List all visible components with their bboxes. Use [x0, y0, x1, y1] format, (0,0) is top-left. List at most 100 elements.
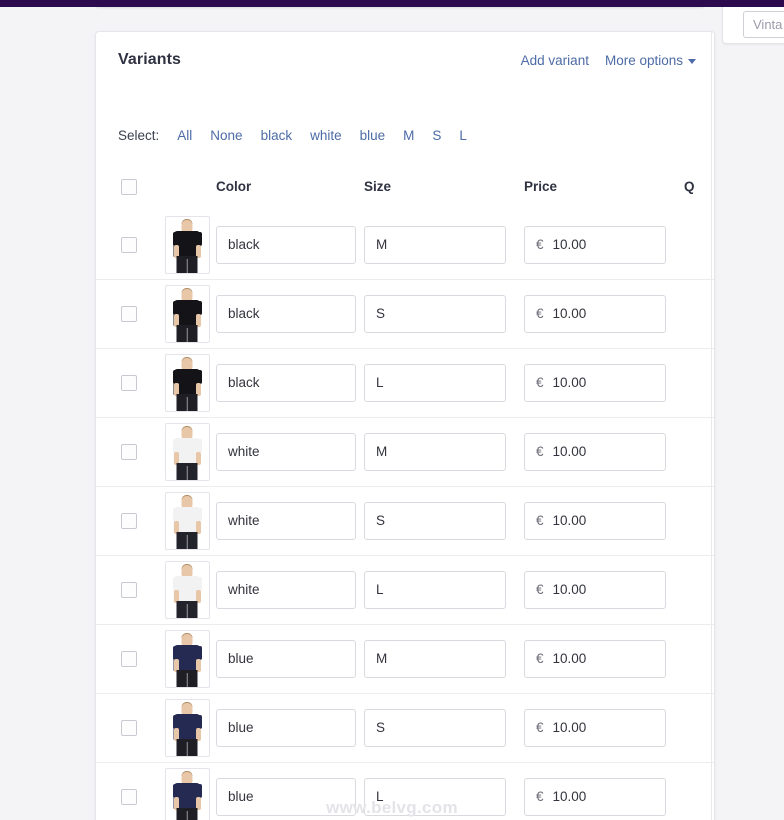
row-quantity-cell: Edit — [681, 228, 714, 261]
row-checkbox[interactable] — [120, 236, 137, 253]
header-cell-quantity: Q — [681, 178, 714, 196]
size-input[interactable]: L — [364, 364, 506, 402]
color-input[interactable]: white — [216, 433, 356, 471]
variant-thumbnail[interactable] — [164, 285, 210, 343]
color-input[interactable]: white — [216, 571, 356, 609]
size-input[interactable]: S — [364, 295, 506, 333]
size-input[interactable]: L — [364, 571, 506, 609]
price-input[interactable]: €10.00 — [524, 295, 666, 333]
add-variant-button[interactable]: Add variant — [521, 53, 589, 68]
table-row: blueL €10.00 Edit — [96, 762, 714, 820]
price-input[interactable]: €10.00 — [524, 502, 666, 540]
select-link-black[interactable]: black — [261, 128, 293, 143]
price-input[interactable]: €10.00 — [524, 364, 666, 402]
size-input[interactable]: S — [364, 709, 506, 747]
row-color-cell: white — [213, 502, 361, 540]
variant-thumbnail[interactable] — [164, 354, 210, 412]
select-all-checkbox[interactable] — [120, 179, 137, 195]
table-row: blueM €10.00 Edit — [96, 624, 714, 693]
row-price-cell: €10.00 — [521, 571, 681, 609]
row-checkbox[interactable] — [120, 651, 137, 667]
select-bar-label: Select: — [118, 128, 160, 143]
color-input[interactable]: blue — [216, 709, 356, 747]
row-checkbox[interactable] — [120, 720, 137, 736]
row-price-cell: €10.00 — [521, 225, 681, 264]
select-link-blue[interactable]: blue — [360, 128, 386, 143]
row-checkbox[interactable] — [120, 375, 137, 391]
page-title: Variants — [118, 51, 182, 68]
select-link-m[interactable]: M — [403, 128, 414, 143]
currency-icon: € — [536, 306, 544, 321]
price-input[interactable]: €10.00 — [524, 571, 666, 609]
row-thumbnail-cell — [161, 285, 213, 343]
header-label-size: Size — [364, 179, 392, 194]
variant-thumbnail[interactable] — [164, 423, 210, 481]
size-input[interactable]: M — [364, 433, 506, 471]
price-input[interactable]: €10.00 — [524, 778, 666, 816]
row-quantity-cell: Edit — [681, 643, 714, 676]
color-input[interactable]: blue — [216, 778, 356, 816]
row-color-cell: black — [213, 295, 361, 333]
row-size-cell: L — [361, 778, 521, 816]
row-checkbox[interactable] — [120, 582, 137, 598]
table-row: blueS €10.00 Edit — [96, 693, 714, 762]
variant-thumbnail[interactable] — [164, 768, 210, 820]
select-link-all[interactable]: All — [177, 128, 192, 143]
model-pants — [176, 739, 198, 756]
header-cell-size: Size — [361, 178, 521, 196]
currency-icon: € — [536, 513, 544, 528]
size-input[interactable]: M — [364, 225, 506, 264]
select-link-s[interactable]: S — [432, 128, 441, 143]
price-value: 10.00 — [552, 375, 587, 390]
select-link-white[interactable]: white — [310, 128, 342, 143]
row-select-cell — [96, 789, 161, 805]
select-link-none[interactable]: None — [210, 128, 242, 143]
model-pants — [176, 601, 198, 618]
variant-thumbnail[interactable] — [164, 561, 210, 619]
vintage-field[interactable]: Vinta — [743, 11, 784, 38]
color-input[interactable]: blue — [216, 640, 356, 678]
row-quantity-cell: Edit — [681, 436, 714, 469]
currency-icon: € — [536, 582, 544, 597]
variant-thumbnail[interactable] — [164, 492, 210, 550]
size-input[interactable]: L — [364, 778, 506, 816]
select-link-l[interactable]: L — [459, 128, 467, 143]
row-checkbox[interactable] — [120, 789, 137, 805]
edit-button-column: EditEditEditEditEditEditEditEditEdit — [711, 164, 714, 820]
price-value: 10.00 — [552, 789, 587, 804]
row-price-cell: €10.00 — [521, 640, 681, 678]
model-pants — [176, 255, 198, 273]
color-input[interactable]: white — [216, 502, 356, 540]
row-checkbox[interactable] — [120, 444, 137, 460]
row-quantity-cell: Edit — [681, 574, 714, 607]
variant-thumbnail[interactable] — [164, 699, 210, 757]
price-value: 10.00 — [552, 582, 587, 597]
price-input[interactable]: €10.00 — [524, 640, 666, 678]
edit-button-cell: Edit — [711, 693, 714, 762]
row-checkbox[interactable] — [120, 513, 137, 529]
row-checkbox[interactable] — [120, 306, 137, 322]
row-quantity-cell: Edit — [681, 505, 714, 538]
table-row: blackS €10.00 Edit — [96, 279, 714, 348]
more-options-dropdown[interactable]: More options — [605, 53, 696, 68]
model-pants — [176, 325, 198, 342]
panel-header-actions: Add variant More options — [521, 53, 696, 68]
price-input[interactable]: €10.00 — [524, 225, 666, 264]
size-input[interactable]: S — [364, 502, 506, 540]
color-input[interactable]: black — [216, 295, 356, 333]
row-size-cell: M — [361, 433, 521, 471]
color-input[interactable]: black — [216, 225, 356, 264]
price-input[interactable]: €10.00 — [524, 709, 666, 747]
size-input[interactable]: M — [364, 640, 506, 678]
color-input[interactable]: black — [216, 364, 356, 402]
currency-icon: € — [536, 789, 544, 804]
variant-thumbnail[interactable] — [164, 630, 210, 688]
price-input[interactable]: €10.00 — [524, 433, 666, 471]
row-thumbnail-cell — [161, 630, 213, 688]
currency-icon: € — [536, 375, 544, 390]
variant-thumbnail[interactable] — [164, 215, 210, 274]
row-thumbnail-cell — [161, 699, 213, 757]
header-cell-color: Color — [213, 178, 361, 196]
row-price-cell: €10.00 — [521, 778, 681, 816]
table-row: blackM €10.00 Edit — [96, 210, 714, 279]
